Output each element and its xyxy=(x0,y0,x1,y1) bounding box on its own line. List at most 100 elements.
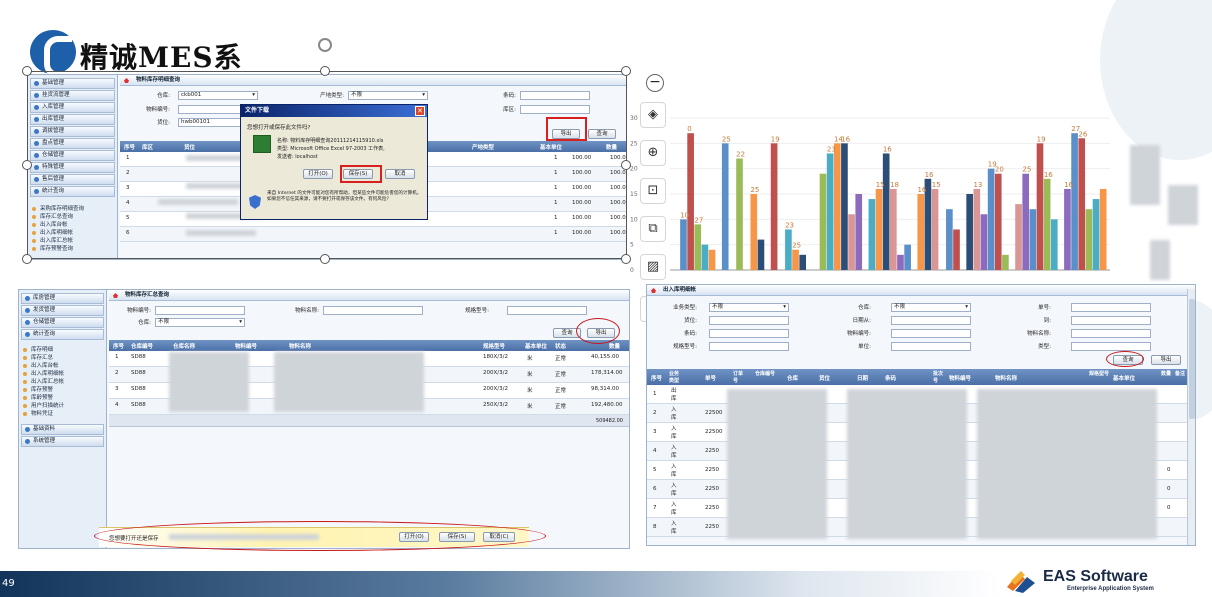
bar xyxy=(882,153,890,270)
sidebar-subitem[interactable]: 库龄预警 xyxy=(19,394,106,402)
scan-icon[interactable]: ⧉ xyxy=(640,216,666,242)
bar xyxy=(736,158,743,270)
eas-logo: EAS Software Enterprise Application Syst… xyxy=(1005,567,1175,595)
row-doc: 2250 xyxy=(705,505,719,511)
sidebar-subitem[interactable]: 出入库汇总帐 xyxy=(19,378,106,386)
bar xyxy=(799,254,807,270)
vertical-scrollbar[interactable] xyxy=(1187,289,1195,545)
barcode-input[interactable] xyxy=(709,329,789,338)
bar xyxy=(708,249,716,270)
crop-icon[interactable]: ⊡ xyxy=(640,178,666,204)
row-state: 正常 xyxy=(555,404,567,410)
bar xyxy=(953,229,960,270)
resize-handle[interactable] xyxy=(320,66,330,76)
bar xyxy=(917,194,925,270)
row-state: 正常 xyxy=(555,388,567,394)
row-index: 7 xyxy=(653,505,657,511)
data-label: 19 xyxy=(771,135,780,143)
row-spec: 200X/3/2 xyxy=(483,386,508,392)
sidebar-subitem[interactable]: 库存汇总 xyxy=(19,354,106,362)
col-barcode: 条码 xyxy=(885,376,897,382)
resize-handle[interactable] xyxy=(22,160,32,170)
row-n: 4 xyxy=(115,402,119,408)
bar xyxy=(757,239,765,270)
resize-handle[interactable] xyxy=(22,66,32,76)
row-qty: 192,480.00 xyxy=(591,402,623,408)
row-unit: 米 xyxy=(527,404,533,410)
barcode-label: 条码: xyxy=(684,331,697,337)
brand-name: EAS Software xyxy=(1043,568,1148,585)
resize-handle[interactable] xyxy=(621,66,631,76)
bar xyxy=(973,188,981,270)
col-name: 物料名称 xyxy=(289,344,312,350)
row-type: 入库 xyxy=(671,407,677,421)
row-unit: 米 xyxy=(527,388,533,394)
image-edit-icon[interactable]: ▨ xyxy=(640,254,666,280)
sidebar-item[interactable]: 库房管理 xyxy=(21,293,104,304)
bar xyxy=(1029,209,1037,270)
row-n: 2 xyxy=(115,370,119,376)
unit-input[interactable] xyxy=(891,342,971,351)
bar xyxy=(1022,173,1030,270)
col-seq: 序号 xyxy=(651,376,663,382)
bar xyxy=(966,194,973,270)
code-input[interactable] xyxy=(155,306,245,315)
resize-handle[interactable] xyxy=(320,254,330,264)
rotate-handle[interactable] xyxy=(318,38,332,52)
y-tick-label: 15 xyxy=(630,191,638,198)
row-doc: 22500 xyxy=(705,410,723,416)
data-label: 25 xyxy=(722,135,731,143)
data-label: 16 xyxy=(925,171,934,179)
sidebar-item[interactable]: 发货管理 xyxy=(21,305,104,316)
inventory-summary-panel: 库房管理 发货管理 仓储管理 统计查询 库存明细 库存汇总 出入库台帐 出入库明细帐 出入库汇… xyxy=(18,289,630,549)
sidebar-subitem[interactable]: 库存明细 xyxy=(19,346,106,354)
name-input[interactable] xyxy=(323,306,423,315)
eas-logo-icon xyxy=(1007,571,1035,593)
sidebar-subitem[interactable]: 出入库明细帐 xyxy=(19,370,106,378)
date-to-input[interactable] xyxy=(1071,316,1151,325)
col-spec: 规格型号 xyxy=(1089,371,1110,377)
type-select[interactable]: 不限 ▾ xyxy=(709,303,789,312)
date-from-input[interactable] xyxy=(891,316,971,325)
scrollbar-thumb[interactable] xyxy=(1189,299,1195,419)
row-n: 3 xyxy=(115,386,119,392)
data-label: 0 xyxy=(687,125,691,133)
spec-input[interactable] xyxy=(507,306,587,315)
mname-input[interactable] xyxy=(1071,329,1151,338)
bar xyxy=(680,219,687,270)
layers-icon[interactable]: ◈ xyxy=(640,102,666,128)
wh-select[interactable]: 不限 ▾ xyxy=(891,303,971,312)
sidebar-item[interactable]: 基础资料 xyxy=(21,424,104,435)
sidebar-item[interactable]: 系统管理 xyxy=(21,436,104,447)
bar xyxy=(770,143,778,270)
bar xyxy=(1092,199,1100,270)
row-type: 入库 xyxy=(671,502,677,516)
chevron-down-icon: ▾ xyxy=(965,304,968,310)
sidebar-subitem[interactable]: 用户扫描统计 xyxy=(19,402,106,410)
data-label: 23 xyxy=(785,221,794,229)
sidebar-item[interactable]: 统计查询 xyxy=(21,329,104,340)
code-input[interactable] xyxy=(891,329,971,338)
doc-input[interactable] xyxy=(1071,303,1151,312)
col-wh: 仓库 xyxy=(787,376,799,382)
cat-input[interactable] xyxy=(1071,342,1151,351)
bar xyxy=(1015,204,1022,270)
export-button[interactable]: 导出 xyxy=(1151,355,1181,365)
sidebar-subitem[interactable]: 物料凭证 xyxy=(19,410,106,418)
resize-handle[interactable] xyxy=(22,254,32,264)
sidebar-item[interactable]: 仓储管理 xyxy=(21,317,104,328)
sidebar-subitem[interactable]: 库存预警 xyxy=(19,386,106,394)
wh-select[interactable]: 不限 ▾ xyxy=(155,318,245,327)
loc-input[interactable] xyxy=(709,316,789,325)
row-index: 3 xyxy=(653,429,657,435)
spec-input[interactable] xyxy=(709,342,789,351)
page-number: 49 xyxy=(2,578,15,589)
zoom-in-icon[interactable]: ⊕ xyxy=(640,140,666,166)
row-wh: SD88 xyxy=(131,354,146,360)
wh-value: 不限 xyxy=(894,304,906,310)
bar xyxy=(1064,188,1071,270)
sidebar-subitem[interactable]: 出入库台帐 xyxy=(19,362,106,370)
col-remark: 备注 xyxy=(1175,371,1186,377)
bar xyxy=(868,199,876,270)
zoom-out-icon[interactable]: − xyxy=(646,74,664,92)
